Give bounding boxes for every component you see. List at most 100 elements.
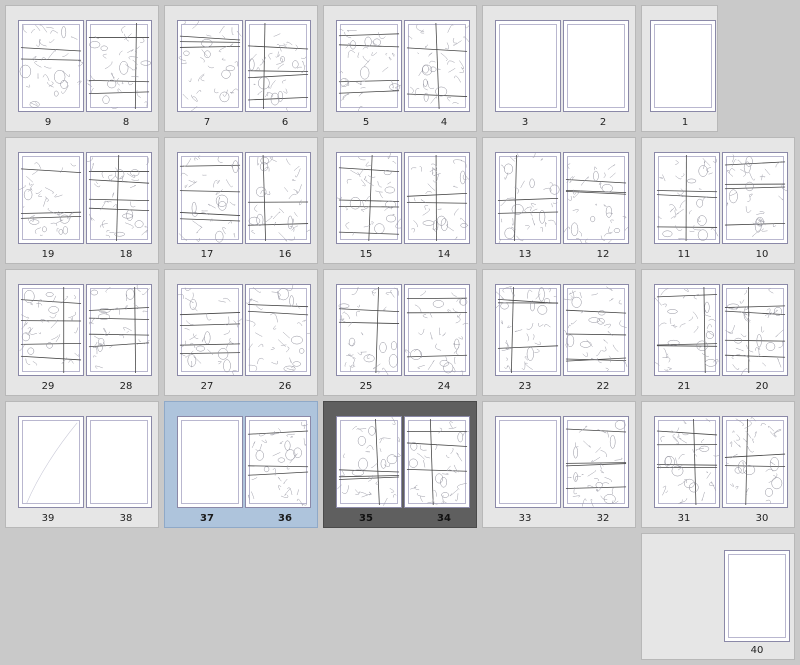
- page-number-label: 40: [750, 645, 764, 656]
- page-number-label: 37: [200, 513, 214, 524]
- page-number-label: 9: [44, 117, 52, 128]
- page-thumbnail[interactable]: [245, 284, 311, 376]
- page-number-label: 6: [281, 117, 289, 128]
- page-thumbnail[interactable]: [654, 416, 720, 508]
- page-number-label: 12: [596, 249, 610, 260]
- page-number-label: 1: [681, 117, 689, 128]
- page-number-label: 22: [596, 381, 610, 392]
- spread-thumbnail[interactable]: 37 36: [164, 401, 318, 528]
- page-thumbnail[interactable]: [336, 416, 402, 508]
- page-number-label: 4: [440, 117, 448, 128]
- page-thumbnail[interactable]: [86, 416, 152, 508]
- page-number-label: 39: [41, 513, 55, 524]
- page-number-label: 30: [755, 513, 769, 524]
- page-number-label: 29: [41, 381, 55, 392]
- page-number-label: 21: [677, 381, 691, 392]
- spread-thumbnail[interactable]: 31 30: [641, 401, 795, 528]
- page-number-label: 17: [200, 249, 214, 260]
- page-thumbnail[interactable]: [177, 152, 243, 244]
- page-thumbnail[interactable]: [563, 20, 629, 112]
- page-number-label: 8: [122, 117, 130, 128]
- page-number-label: 15: [359, 249, 373, 260]
- page-thumbnail-grid: 9 8 7 6 5 4 3 2 1 19 18 17 16 15 14 13 12 11 10 29 28 27 26 25 2…: [0, 0, 800, 665]
- spread-thumbnail[interactable]: 54: [323, 5, 477, 132]
- page-number-label: 3: [521, 117, 529, 128]
- page-number-label: 16: [278, 249, 292, 260]
- page-thumbnail[interactable]: [654, 152, 720, 244]
- page-thumbnail[interactable]: [495, 416, 561, 508]
- spread-thumbnail[interactable]: 25 24: [323, 269, 477, 396]
- page-number-label: 31: [677, 513, 691, 524]
- page-number-label: 26: [278, 381, 292, 392]
- page-thumbnail[interactable]: [722, 416, 788, 508]
- page-number-label: 7: [203, 117, 211, 128]
- page-thumbnail[interactable]: [86, 284, 152, 376]
- page-number-label: 36: [278, 513, 292, 524]
- page-thumbnail[interactable]: [722, 284, 788, 376]
- page-thumbnail[interactable]: [724, 550, 790, 642]
- spread-thumbnail[interactable]: 11 10: [641, 137, 795, 264]
- page-number-label: 19: [41, 249, 55, 260]
- page-number-label: 18: [119, 249, 133, 260]
- spread-thumbnail[interactable]: 39 38: [5, 401, 159, 528]
- page-number-label: 28: [119, 381, 133, 392]
- spread-thumbnail[interactable]: 15 14: [323, 137, 477, 264]
- page-thumbnail[interactable]: [404, 416, 470, 508]
- page-thumbnail[interactable]: [18, 284, 84, 376]
- page-number-label: 32: [596, 513, 610, 524]
- page-thumbnail[interactable]: [177, 20, 243, 112]
- page-number-label: 35: [359, 513, 373, 524]
- page-thumbnail[interactable]: [336, 20, 402, 112]
- spread-thumbnail[interactable]: 13 12: [482, 137, 636, 264]
- page-thumbnail[interactable]: [336, 152, 402, 244]
- page-thumbnail[interactable]: [404, 20, 470, 112]
- page-thumbnail[interactable]: [245, 416, 311, 508]
- page-number-label: 33: [518, 513, 532, 524]
- spread-thumbnail[interactable]: 1: [641, 5, 718, 132]
- page-number-label: 10: [755, 249, 769, 260]
- spread-thumbnail[interactable]: 29 28: [5, 269, 159, 396]
- page-thumbnail[interactable]: [245, 20, 311, 112]
- spread-thumbnail[interactable]: 17 16: [164, 137, 318, 264]
- page-number-label: 24: [437, 381, 451, 392]
- page-thumbnail[interactable]: [654, 284, 720, 376]
- spread-thumbnail[interactable]: 40: [641, 533, 795, 660]
- page-thumbnail[interactable]: [563, 416, 629, 508]
- page-thumbnail[interactable]: [495, 284, 561, 376]
- page-thumbnail[interactable]: [177, 284, 243, 376]
- page-thumbnail[interactable]: [404, 284, 470, 376]
- page-number-label: 25: [359, 381, 373, 392]
- spread-thumbnail[interactable]: 27 26: [164, 269, 318, 396]
- spread-thumbnail[interactable]: 19 18: [5, 137, 159, 264]
- spread-thumbnail[interactable]: 33 32: [482, 401, 636, 528]
- page-thumbnail[interactable]: [245, 152, 311, 244]
- page-number-label: 11: [677, 249, 691, 260]
- page-number-label: 27: [200, 381, 214, 392]
- page-number-label: 13: [518, 249, 532, 260]
- page-number-label: 23: [518, 381, 532, 392]
- page-thumbnail[interactable]: [404, 152, 470, 244]
- page-thumbnail[interactable]: [18, 20, 84, 112]
- page-thumbnail[interactable]: [563, 284, 629, 376]
- page-thumbnail[interactable]: [86, 152, 152, 244]
- page-thumbnail[interactable]: [650, 20, 716, 112]
- page-number-label: 34: [437, 513, 451, 524]
- page-thumbnail[interactable]: [495, 20, 561, 112]
- page-number-label: 5: [362, 117, 370, 128]
- page-thumbnail[interactable]: [18, 416, 84, 508]
- spread-thumbnail[interactable]: 32: [482, 5, 636, 132]
- page-thumbnail[interactable]: [336, 284, 402, 376]
- page-number-label: 38: [119, 513, 133, 524]
- page-number-label: 2: [599, 117, 607, 128]
- spread-thumbnail[interactable]: 23 22: [482, 269, 636, 396]
- page-thumbnail[interactable]: [495, 152, 561, 244]
- spread-thumbnail[interactable]: 21 20: [641, 269, 795, 396]
- page-thumbnail[interactable]: [563, 152, 629, 244]
- spread-thumbnail[interactable]: 76: [164, 5, 318, 132]
- spread-thumbnail[interactable]: 35 34: [323, 401, 477, 528]
- spread-thumbnail[interactable]: 98: [5, 5, 159, 132]
- page-thumbnail[interactable]: [86, 20, 152, 112]
- page-thumbnail[interactable]: [177, 416, 243, 508]
- page-thumbnail[interactable]: [18, 152, 84, 244]
- page-thumbnail[interactable]: [722, 152, 788, 244]
